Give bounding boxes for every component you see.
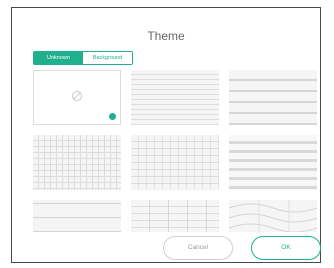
tab-unknown[interactable]: Unknown <box>34 52 83 64</box>
tab-background[interactable]: Background <box>83 52 132 64</box>
image-placeholder-icon <box>72 91 82 101</box>
dialog-title: Theme <box>147 29 185 43</box>
cancel-button[interactable]: Cancel <box>163 236 233 260</box>
theme-tile-grid-medium[interactable] <box>131 135 219 190</box>
curves-pattern-icon <box>229 200 317 232</box>
theme-tile-striped[interactable] <box>229 135 317 190</box>
theme-tile-blank[interactable] <box>33 70 121 125</box>
selected-dot-icon <box>109 113 116 120</box>
theme-dialog: Theme Unknown Background <box>11 7 321 263</box>
theme-tile-wide-lined[interactable] <box>229 70 317 125</box>
theme-tabs: Unknown Background <box>33 51 133 65</box>
theme-tile-stave[interactable] <box>33 200 121 232</box>
theme-tile-grid-fine[interactable] <box>33 135 121 190</box>
theme-tile-staff-grid[interactable] <box>131 200 219 232</box>
theme-tile-curves[interactable] <box>229 200 317 232</box>
ok-button[interactable]: OK <box>251 236 321 260</box>
theme-tile-lined[interactable] <box>131 70 219 125</box>
